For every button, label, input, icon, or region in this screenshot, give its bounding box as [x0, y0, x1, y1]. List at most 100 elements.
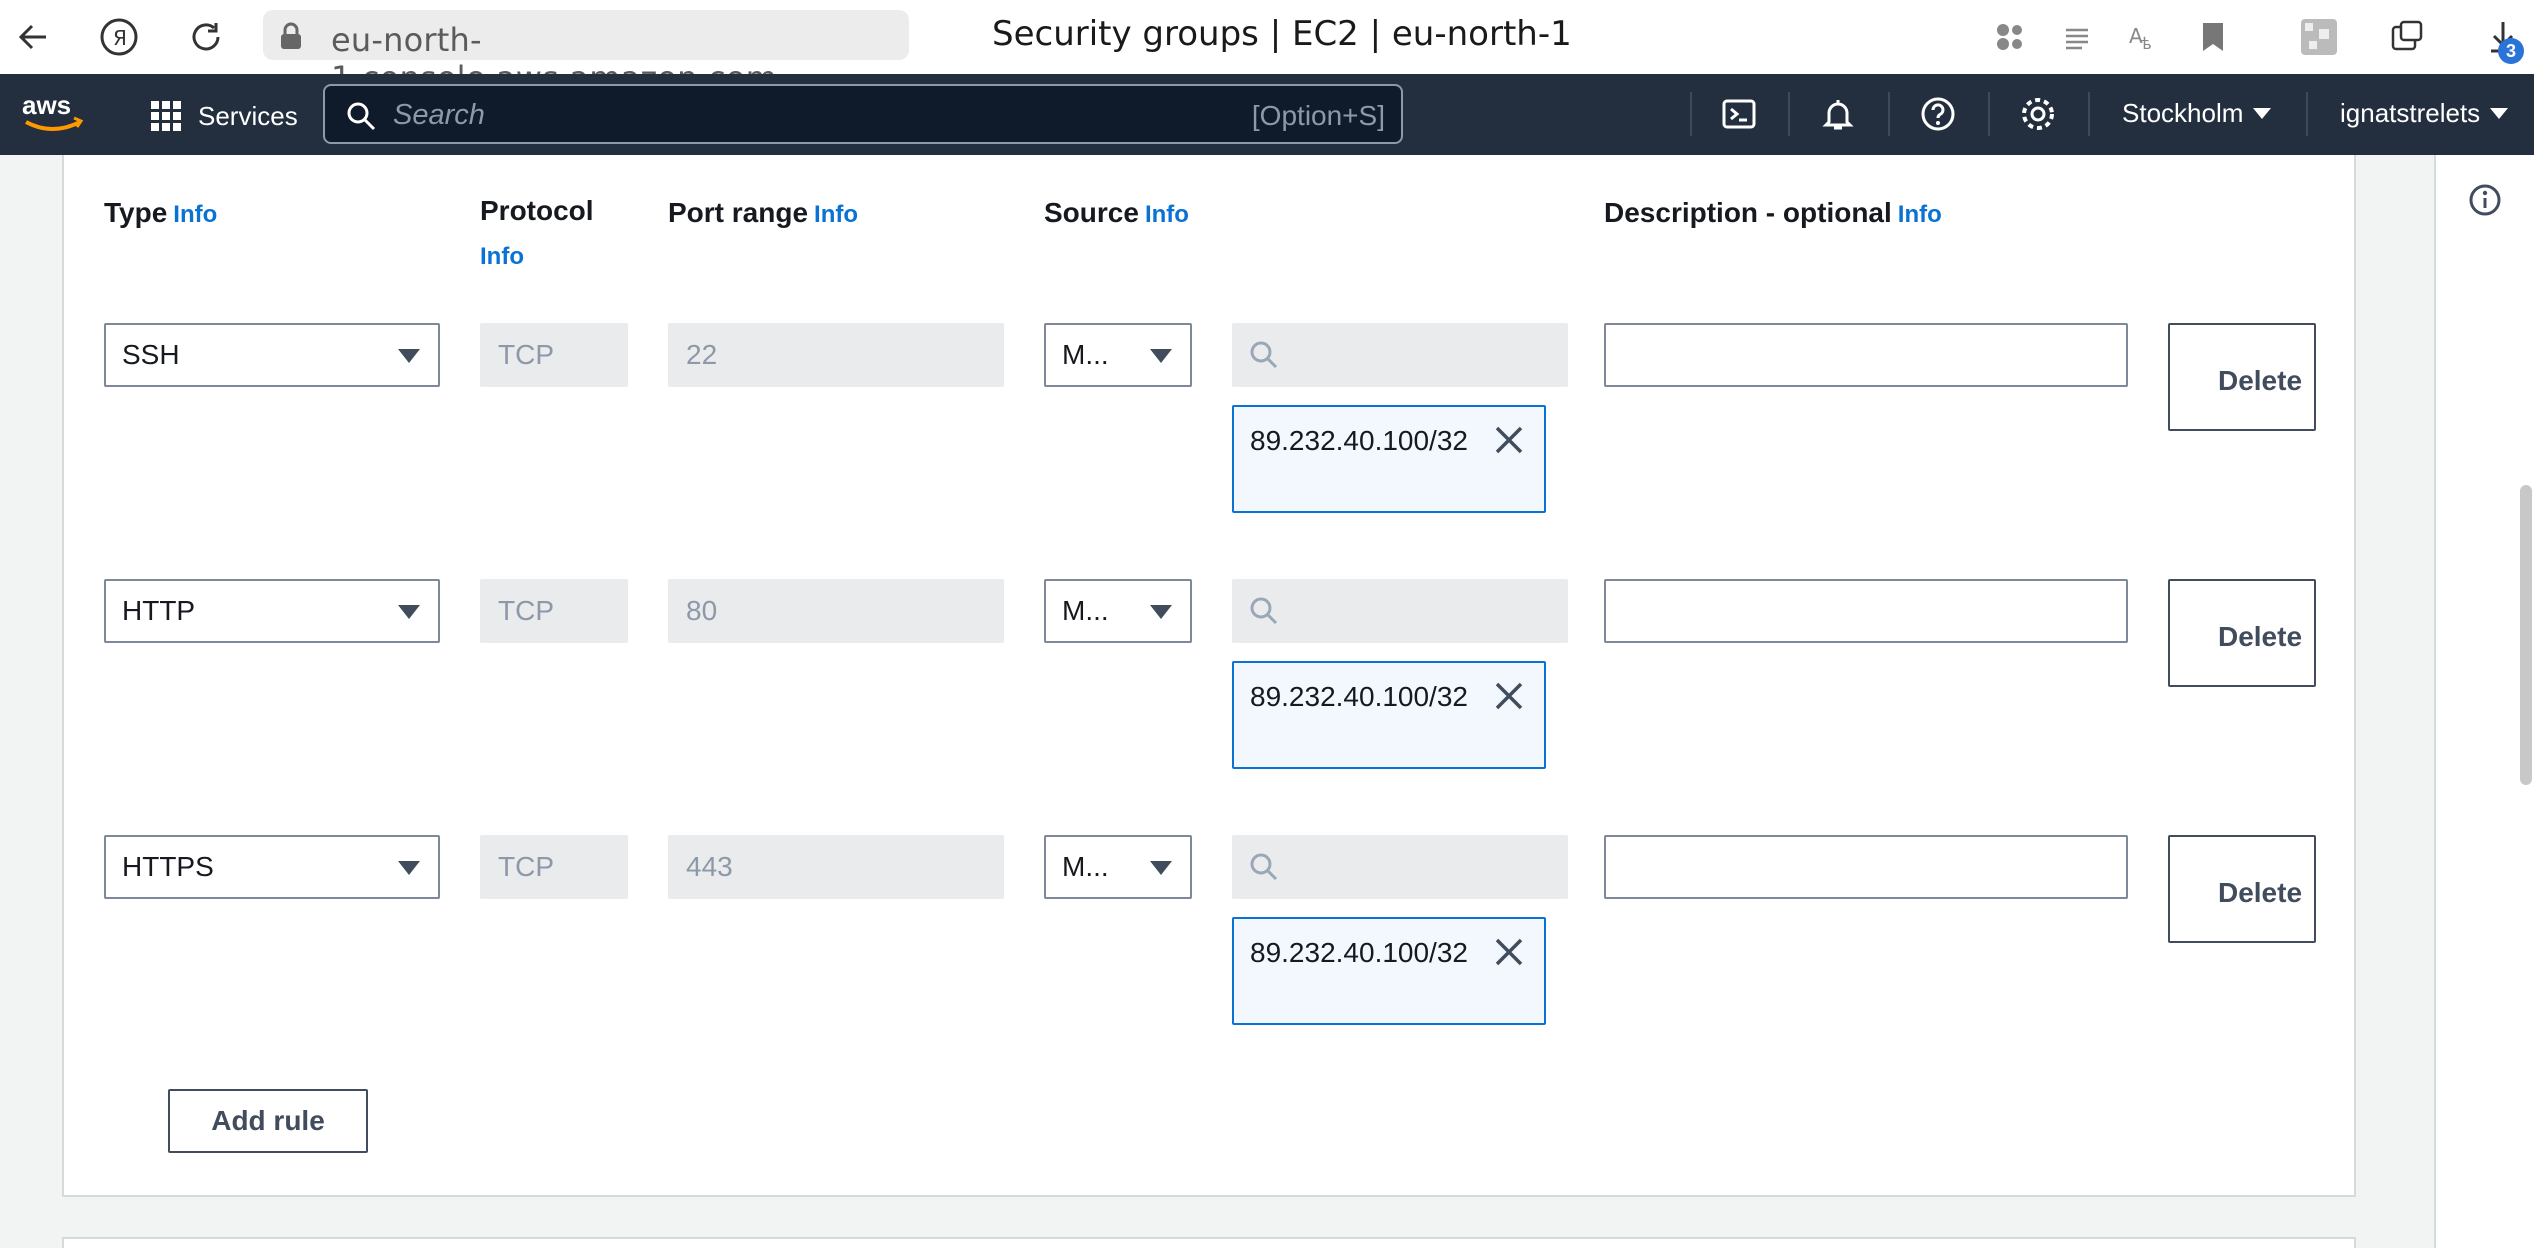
- search-icon: [1248, 851, 1280, 888]
- address-bar[interactable]: eu-north-1.console.aws.amazon.com: [263, 10, 909, 97]
- account-label: ignatstrelets: [2340, 98, 2481, 128]
- remove-token-close-icon[interactable]: [1492, 679, 1526, 713]
- port-value: 80: [686, 595, 718, 626]
- cidr-token: 89.232.40.100/32: [1232, 405, 1546, 513]
- source-search-input[interactable]: [1232, 323, 1568, 387]
- description-input[interactable]: [1604, 579, 2128, 643]
- aws-top-nav: aws Services Search [Option+S] Stockholm…: [0, 74, 2534, 155]
- downloads-count-badge: 3: [2498, 38, 2524, 64]
- port-range-header: Port range Info: [668, 197, 859, 228]
- profile-avatar-icon[interactable]: [2294, 12, 2344, 62]
- source-type-value: M...: [1062, 339, 1109, 370]
- cidr-token: 89.232.40.100/32: [1232, 917, 1546, 1025]
- type-value: SSH: [122, 339, 180, 370]
- delete-rule-button[interactable]: Delete: [2168, 323, 2316, 431]
- source-type-value: M...: [1062, 595, 1109, 626]
- type-select[interactable]: HTTP: [104, 579, 440, 643]
- account-menu[interactable]: ignatstrelets: [2340, 98, 2509, 129]
- caret-down-icon: [398, 861, 420, 875]
- collections-icon[interactable]: [2382, 12, 2432, 62]
- port-value: 443: [686, 851, 733, 882]
- port-range-info-link[interactable]: Info: [814, 201, 858, 228]
- svg-text:Я: Я: [113, 26, 127, 50]
- nav-divider: [2088, 92, 2090, 136]
- caret-down-icon: [1150, 861, 1172, 875]
- protocol-info-link[interactable]: Info: [480, 243, 524, 270]
- nav-divider: [1888, 92, 1890, 136]
- services-label: Services: [198, 100, 298, 131]
- search-placeholder: Search: [393, 99, 485, 131]
- caret-down-icon: [1150, 605, 1172, 619]
- protocol-header: Protocol Info: [480, 195, 594, 270]
- nav-divider: [2306, 92, 2308, 136]
- translate-icon[interactable]: Aѣ: [2118, 12, 2168, 62]
- caret-down-icon: [2490, 108, 2509, 119]
- region-selector[interactable]: Stockholm: [2122, 98, 2272, 129]
- grid-icon: [151, 101, 181, 131]
- type-select[interactable]: HTTPS: [104, 835, 440, 899]
- source-info-link[interactable]: Info: [1145, 201, 1189, 228]
- yandex-icon[interactable]: Я: [94, 12, 144, 62]
- description-header: Description - optional Info: [1604, 197, 1942, 228]
- add-rule-button[interactable]: Add rule: [168, 1089, 368, 1153]
- services-menu[interactable]: Services: [150, 96, 298, 136]
- help-panel-rail: [2434, 155, 2534, 1248]
- search-input[interactable]: Search [Option+S]: [323, 84, 1403, 144]
- cidr-value: 89.232.40.100/32: [1250, 937, 1468, 968]
- search-shortcut: [Option+S]: [1251, 100, 1385, 131]
- remove-token-close-icon[interactable]: [1492, 423, 1526, 457]
- source-search-input[interactable]: [1232, 835, 1568, 899]
- help-icon[interactable]: [1914, 90, 1962, 138]
- description-input[interactable]: [1604, 323, 2128, 387]
- type-select[interactable]: SSH: [104, 323, 440, 387]
- settings-gear-icon[interactable]: [2014, 90, 2062, 138]
- aws-logo[interactable]: aws: [20, 88, 86, 138]
- source-type-value: M...: [1062, 851, 1109, 882]
- page-title: Security groups | EC2 | eu-north-1: [992, 14, 1572, 54]
- notifications-bell-icon[interactable]: [1814, 90, 1862, 138]
- back-arrow-icon[interactable]: [8, 12, 58, 62]
- cidr-token: 89.232.40.100/32: [1232, 661, 1546, 769]
- reload-icon[interactable]: [181, 12, 231, 62]
- delete-rule-button[interactable]: Delete: [2168, 835, 2316, 943]
- nav-divider: [1788, 92, 1790, 136]
- source-search-input[interactable]: [1232, 579, 1568, 643]
- nav-divider: [1988, 92, 1990, 136]
- caret-down-icon: [2253, 108, 2272, 119]
- remove-token-close-icon[interactable]: [1492, 935, 1526, 969]
- protocol-field: TCP: [480, 579, 628, 643]
- bookmark-icon[interactable]: [2188, 12, 2238, 62]
- caret-down-icon: [398, 605, 420, 619]
- search-icon: [1248, 339, 1280, 376]
- nav-divider: [1690, 92, 1692, 136]
- port-range-field: 80: [668, 579, 1004, 643]
- search-icon: [345, 100, 377, 137]
- extensions-icon[interactable]: [1985, 12, 2035, 62]
- protocol-value: TCP: [498, 339, 554, 370]
- source-header: Source Info: [1044, 197, 1189, 228]
- port-range-field: 22: [668, 323, 1004, 387]
- caret-down-icon: [1150, 349, 1172, 363]
- protocol-value: TCP: [498, 595, 554, 626]
- search-icon: [1248, 595, 1280, 632]
- protocol-field: TCP: [480, 323, 628, 387]
- source-type-select[interactable]: M...: [1044, 323, 1192, 387]
- type-value: HTTPS: [122, 851, 214, 882]
- source-type-select[interactable]: M...: [1044, 579, 1192, 643]
- next-panel: [62, 1237, 2356, 1248]
- description-input[interactable]: [1604, 835, 2128, 899]
- browser-toolbar: Я eu-north-1.console.aws.amazon.com Secu…: [0, 0, 2534, 97]
- source-type-select[interactable]: M...: [1044, 835, 1192, 899]
- type-info-link[interactable]: Info: [173, 201, 217, 228]
- info-circle-icon[interactable]: [2468, 183, 2502, 222]
- lock-icon: [279, 22, 303, 55]
- protocol-field: TCP: [480, 835, 628, 899]
- scrollbar[interactable]: [2520, 485, 2532, 785]
- description-info-link[interactable]: Info: [1898, 201, 1942, 228]
- port-value: 22: [686, 339, 718, 370]
- type-header: Type Info: [104, 197, 218, 228]
- reader-mode-icon[interactable]: [2052, 12, 2102, 62]
- delete-rule-button[interactable]: Delete: [2168, 579, 2316, 687]
- aws-logo-text: aws: [22, 90, 71, 120]
- cloudshell-icon[interactable]: [1715, 90, 1763, 138]
